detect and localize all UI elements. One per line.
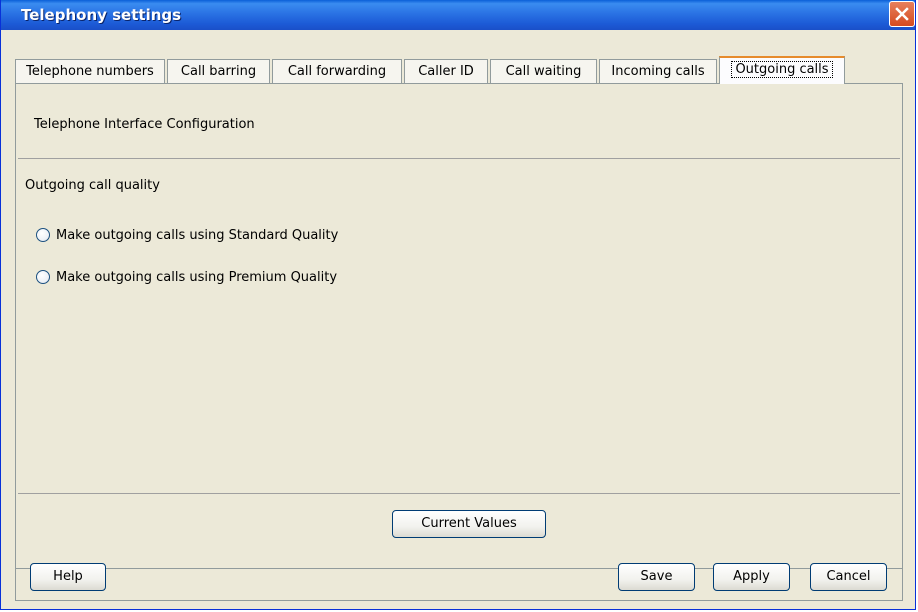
cancel-button[interactable]: Cancel bbox=[810, 563, 887, 591]
standard-quality-label: Make outgoing calls using Standard Quali… bbox=[56, 227, 339, 243]
window-title: Telephony settings bbox=[21, 6, 182, 24]
tab-label: Outgoing calls bbox=[731, 61, 833, 78]
standard-quality-option[interactable]: Make outgoing calls using Standard Quali… bbox=[36, 225, 338, 245]
premium-quality-label: Make outgoing calls using Premium Qualit… bbox=[56, 269, 338, 285]
tab-label: Caller ID bbox=[418, 64, 474, 79]
title-bar[interactable]: Telephony settings bbox=[1, 0, 915, 30]
tab-caller-id[interactable]: Caller ID bbox=[404, 59, 488, 83]
current-values-button[interactable]: Current Values bbox=[392, 510, 546, 538]
panel-header: Telephone Interface Configuration bbox=[34, 117, 255, 132]
tab-label: Incoming calls bbox=[611, 64, 705, 79]
group-title: Outgoing call quality bbox=[25, 178, 160, 193]
outgoing-call-quality-group: Outgoing call quality Make outgoing call… bbox=[18, 158, 900, 494]
tab-call-waiting[interactable]: Call waiting bbox=[490, 59, 597, 83]
tab-call-barring[interactable]: Call barring bbox=[167, 59, 270, 83]
tab-label: Telephone numbers bbox=[26, 64, 154, 79]
footer-bar: Help Save Apply Cancel bbox=[15, 563, 903, 601]
telephony-settings-window: Telephony settings Telephone numbers Cal… bbox=[0, 0, 916, 610]
tab-call-forwarding[interactable]: Call forwarding bbox=[272, 59, 402, 83]
tab-outgoing-calls[interactable]: Outgoing calls bbox=[719, 56, 845, 84]
tab-label: Call barring bbox=[180, 64, 257, 79]
tab-label: Call waiting bbox=[505, 64, 582, 79]
save-button[interactable]: Save bbox=[618, 563, 695, 591]
tab-incoming-calls[interactable]: Incoming calls bbox=[599, 59, 717, 83]
tab-label: Call forwarding bbox=[287, 64, 387, 79]
premium-quality-option[interactable]: Make outgoing calls using Premium Qualit… bbox=[36, 267, 337, 287]
apply-button[interactable]: Apply bbox=[713, 563, 790, 591]
standard-quality-radio[interactable] bbox=[36, 228, 50, 242]
outgoing-calls-panel: Telephone Interface Configuration Outgoi… bbox=[15, 83, 903, 569]
close-button[interactable] bbox=[889, 1, 915, 27]
tab-telephone-numbers[interactable]: Telephone numbers bbox=[15, 59, 165, 83]
premium-quality-radio[interactable] bbox=[36, 270, 50, 284]
help-button[interactable]: Help bbox=[30, 563, 106, 591]
close-icon bbox=[895, 7, 909, 21]
